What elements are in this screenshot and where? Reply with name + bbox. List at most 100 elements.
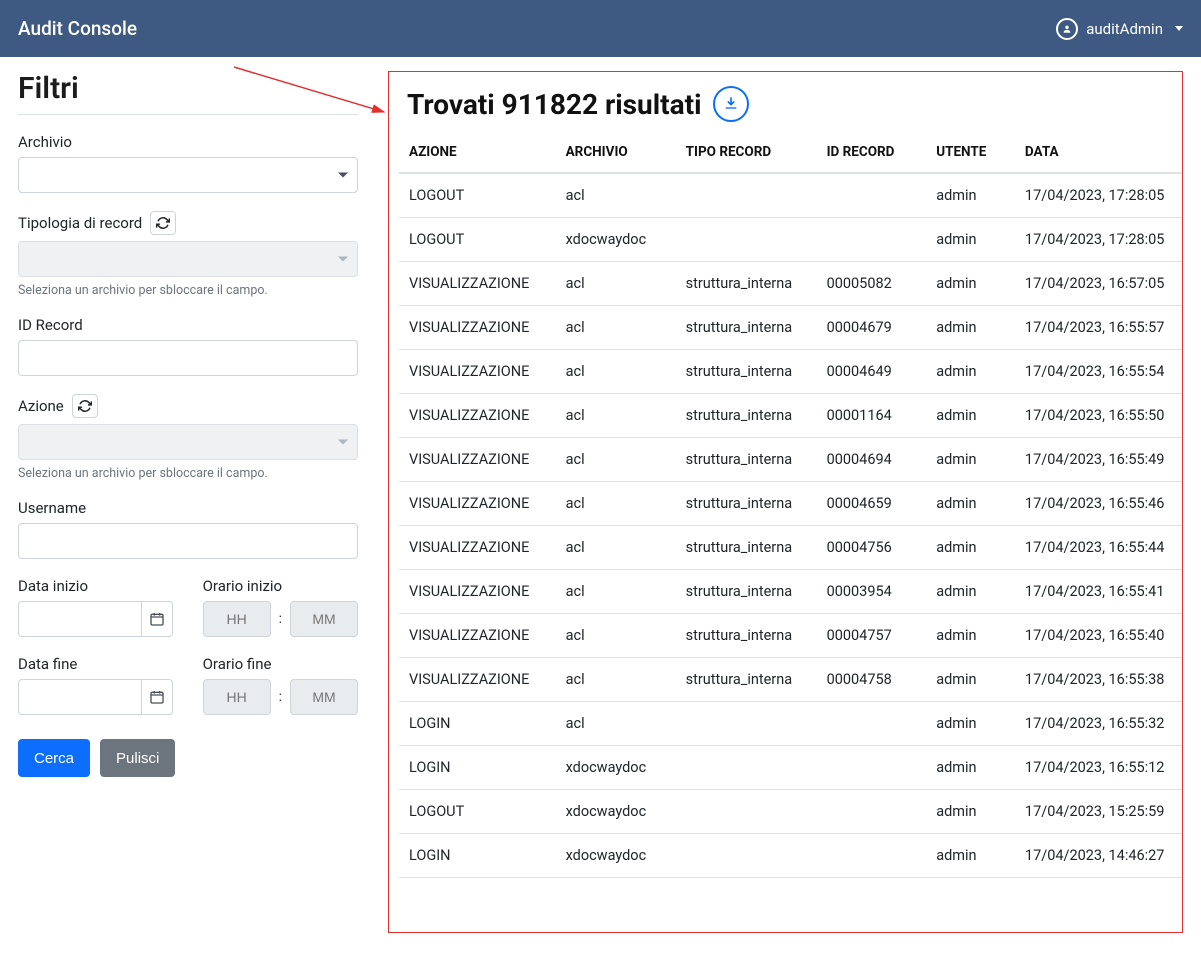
cell-archivio: acl (556, 658, 676, 702)
cell-id: 00004649 (817, 350, 927, 394)
cell-archivio: acl (556, 438, 676, 482)
data-fine-calendar-button[interactable] (141, 679, 172, 715)
archivio-label: Archivio (18, 133, 358, 151)
cell-data: 17/04/2023, 16:55:46 (1015, 482, 1182, 526)
cell-utente: admin (926, 658, 1015, 702)
table-row[interactable]: LOGINxdocwaydocadmin17/04/2023, 14:46:27 (399, 834, 1182, 878)
table-row[interactable]: LOGOUTxdocwaydocadmin17/04/2023, 15:25:5… (399, 790, 1182, 834)
cell-azione: VISUALIZZAZIONE (399, 262, 556, 306)
table-row[interactable]: VISUALIZZAZIONEaclstruttura_interna00004… (399, 306, 1182, 350)
col-data: DATA (1015, 132, 1182, 173)
table-row[interactable]: VISUALIZZAZIONEaclstruttura_interna00004… (399, 526, 1182, 570)
cerca-button[interactable]: Cerca (18, 739, 90, 777)
filters-panel: Filtri Archivio Tipologia di record Sele… (18, 71, 358, 933)
table-row[interactable]: LOGINxdocwaydocadmin17/04/2023, 16:55:12 (399, 746, 1182, 790)
data-fine-label: Data fine (18, 655, 173, 673)
user-dropdown[interactable]: auditAdmin (1056, 18, 1183, 40)
cell-id: 00004694 (817, 438, 927, 482)
data-inizio-input[interactable] (18, 601, 141, 637)
cell-data: 17/04/2023, 16:55:57 (1015, 306, 1182, 350)
table-row[interactable]: VISUALIZZAZIONEaclstruttura_interna00004… (399, 350, 1182, 394)
cell-id: 00003954 (817, 570, 927, 614)
orario-inizio-label: Orario inizio (203, 577, 358, 595)
table-row[interactable]: LOGOUTacladmin17/04/2023, 17:28:05 (399, 173, 1182, 218)
table-row[interactable]: VISUALIZZAZIONEaclstruttura_interna00004… (399, 658, 1182, 702)
cell-azione: LOGOUT (399, 790, 556, 834)
cell-utente: admin (926, 438, 1015, 482)
cell-data: 17/04/2023, 16:55:38 (1015, 658, 1182, 702)
orario-inizio-mm[interactable] (290, 601, 358, 637)
table-row[interactable]: VISUALIZZAZIONEaclstruttura_interna00003… (399, 570, 1182, 614)
cell-data: 17/04/2023, 16:55:41 (1015, 570, 1182, 614)
cell-id (817, 702, 927, 746)
cell-id: 00001164 (817, 394, 927, 438)
azione-refresh-button[interactable] (72, 394, 98, 418)
cell-archivio: acl (556, 526, 676, 570)
user-icon (1056, 18, 1078, 40)
cell-azione: LOGOUT (399, 218, 556, 262)
cell-utente: admin (926, 834, 1015, 878)
chevron-down-icon (1175, 26, 1183, 31)
cell-tipo (676, 702, 817, 746)
results-table-scroll[interactable]: AZIONE ARCHIVIO TIPO RECORD ID RECORD UT… (399, 132, 1182, 918)
cell-data: 17/04/2023, 14:46:27 (1015, 834, 1182, 878)
table-row[interactable]: VISUALIZZAZIONEaclstruttura_interna00005… (399, 262, 1182, 306)
cell-id (817, 790, 927, 834)
download-button[interactable] (713, 86, 749, 122)
cell-azione: LOGIN (399, 702, 556, 746)
cell-archivio: xdocwaydoc (556, 218, 676, 262)
azione-select (18, 424, 358, 460)
data-fine-input[interactable] (18, 679, 141, 715)
cell-utente: admin (926, 526, 1015, 570)
cell-azione: LOGIN (399, 834, 556, 878)
cell-data: 17/04/2023, 16:55:12 (1015, 746, 1182, 790)
orario-fine-hh[interactable] (203, 679, 271, 715)
cell-id: 00004757 (817, 614, 927, 658)
results-table: AZIONE ARCHIVIO TIPO RECORD ID RECORD UT… (399, 132, 1182, 878)
cell-tipo (676, 218, 817, 262)
refresh-icon (156, 216, 170, 230)
idrecord-input[interactable] (18, 340, 358, 376)
cell-azione: VISUALIZZAZIONE (399, 614, 556, 658)
cell-archivio: acl (556, 482, 676, 526)
table-row[interactable]: VISUALIZZAZIONEaclstruttura_interna00004… (399, 614, 1182, 658)
col-id: ID RECORD (817, 132, 927, 173)
cell-tipo: struttura_interna (676, 570, 817, 614)
cell-utente: admin (926, 746, 1015, 790)
cell-archivio: xdocwaydoc (556, 790, 676, 834)
cell-data: 17/04/2023, 16:55:49 (1015, 438, 1182, 482)
results-title: Trovati 911822 risultati (407, 88, 701, 121)
cell-archivio: acl (556, 394, 676, 438)
azione-help: Seleziona un archivio per sbloccare il c… (18, 466, 358, 481)
table-row[interactable]: VISUALIZZAZIONEaclstruttura_interna00004… (399, 438, 1182, 482)
cell-utente: admin (926, 570, 1015, 614)
cell-utente: admin (926, 394, 1015, 438)
cell-utente: admin (926, 218, 1015, 262)
archivio-select[interactable] (18, 157, 358, 193)
col-archivio: ARCHIVIO (556, 132, 676, 173)
cell-id (817, 834, 927, 878)
cell-id: 00004659 (817, 482, 927, 526)
table-row[interactable]: VISUALIZZAZIONEaclstruttura_interna00001… (399, 394, 1182, 438)
cell-archivio: xdocwaydoc (556, 746, 676, 790)
username-label: Username (18, 499, 358, 517)
username-input[interactable] (18, 523, 358, 559)
cell-utente: admin (926, 306, 1015, 350)
azione-label: Azione (18, 397, 64, 415)
cell-azione: VISUALIZZAZIONE (399, 306, 556, 350)
table-row[interactable]: LOGOUTxdocwaydoc admin17/04/2023, 17:28:0… (399, 218, 1182, 262)
tipologia-refresh-button[interactable] (150, 211, 176, 235)
cell-tipo: struttura_interna (676, 350, 817, 394)
table-row[interactable]: VISUALIZZAZIONEaclstruttura_interna00004… (399, 482, 1182, 526)
data-inizio-calendar-button[interactable] (141, 601, 172, 637)
cell-archivio: acl (556, 306, 676, 350)
orario-fine-mm[interactable] (290, 679, 358, 715)
cell-data: 17/04/2023, 16:55:54 (1015, 350, 1182, 394)
cell-azione: LOGOUT (399, 173, 556, 218)
app-header: Audit Console auditAdmin (0, 0, 1201, 57)
col-azione: AZIONE (399, 132, 556, 173)
pulisci-button[interactable]: Pulisci (100, 739, 175, 777)
table-row[interactable]: LOGINacladmin17/04/2023, 16:55:32 (399, 702, 1182, 746)
orario-inizio-hh[interactable] (203, 601, 271, 637)
cell-data: 17/04/2023, 17:28:05 (1015, 218, 1182, 262)
